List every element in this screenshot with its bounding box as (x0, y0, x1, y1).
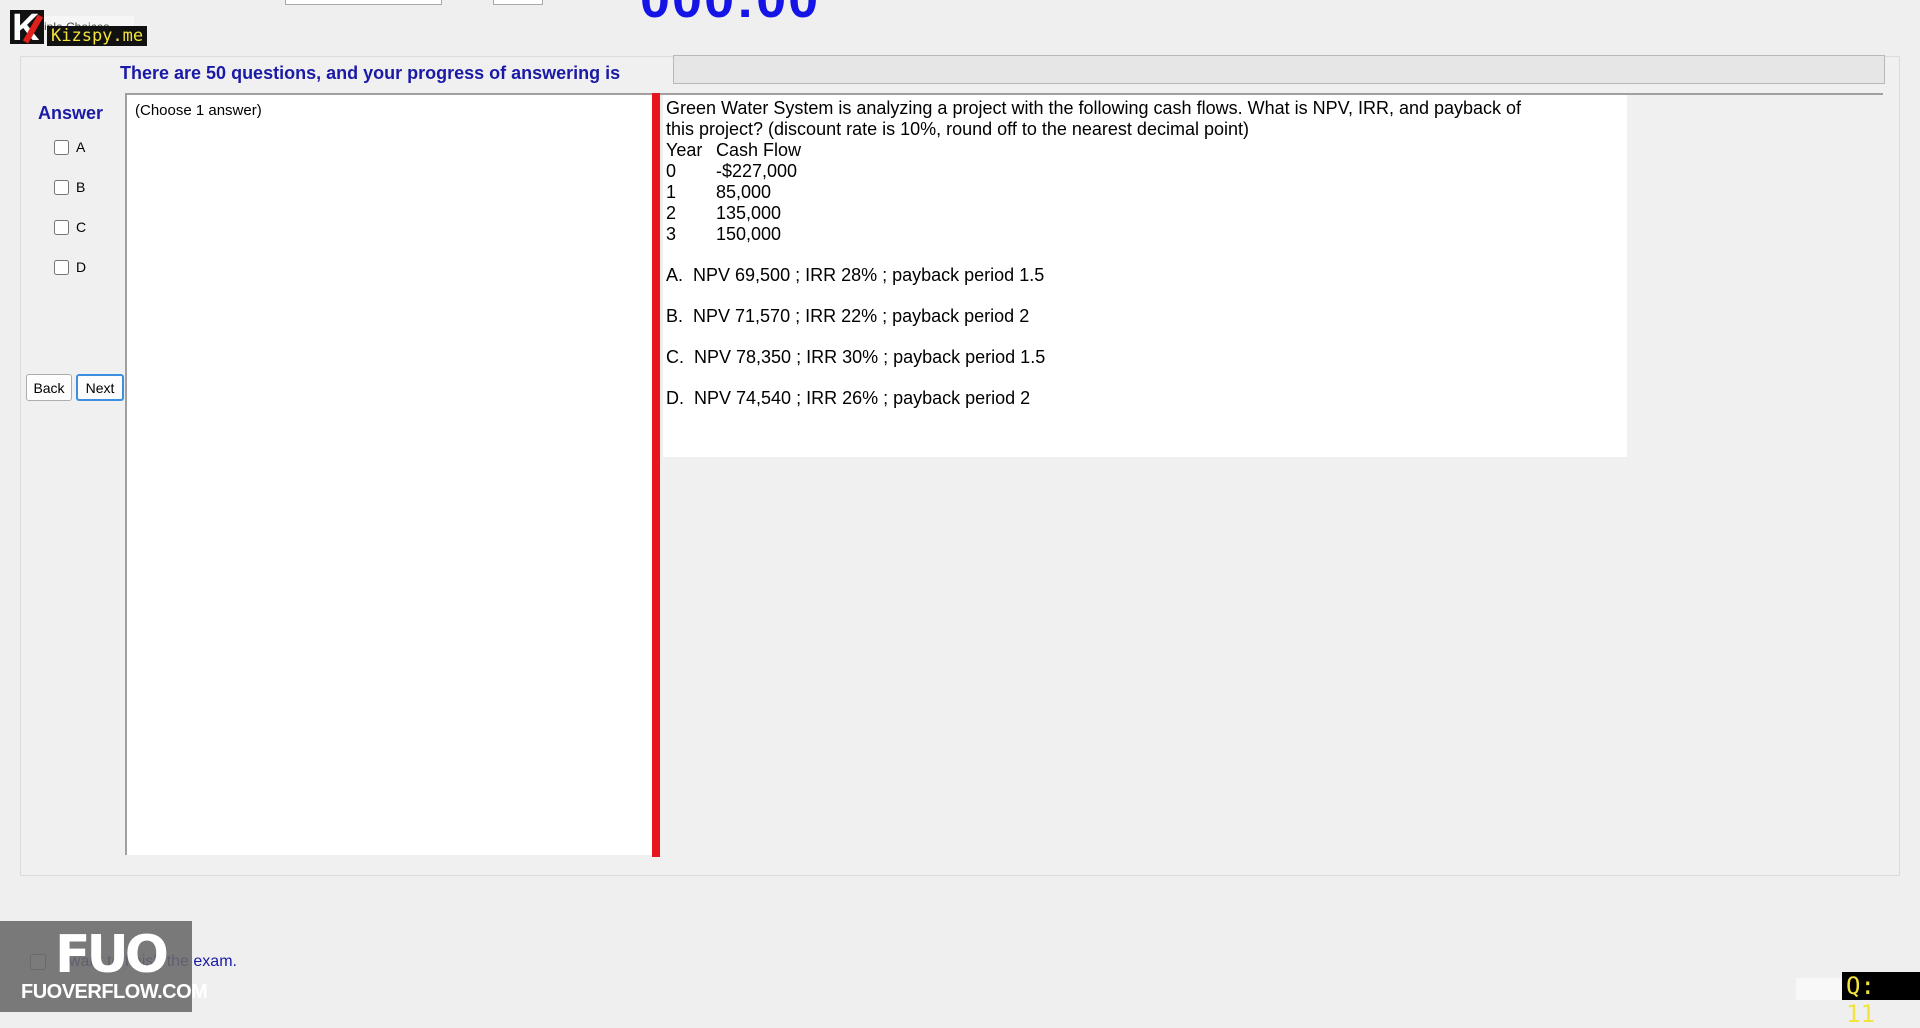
choice-a: A. NPV 69,500 ; IRR 28% ; payback period… (666, 265, 1045, 285)
fuoverflow-name: FUOVERFLOW.COM (21, 981, 208, 1003)
cashflow-header: Year Cash Flow (666, 140, 1566, 161)
choice-d: D. NPV 74,540 ; IRR 26% ; payback period… (666, 388, 1031, 408)
question-text: Green Water System is analyzing a projec… (666, 98, 1566, 409)
answer-title: Answer (38, 103, 104, 123)
timer-display: 000:00 (640, 0, 820, 30)
option-a-label: A (76, 139, 86, 155)
choice-c: C. NPV 78,350 ; IRR 30% ; payback period… (666, 347, 1046, 367)
kizspy-logo-icon: K (10, 7, 44, 49)
question-line-2: this project? (discount rate is 10%, rou… (666, 119, 1249, 139)
cashflow-value: -$227,000 (716, 161, 798, 181)
cashflow-year: 3 (666, 224, 677, 244)
option-d-label: D (76, 259, 87, 275)
option-a[interactable]: A (54, 138, 85, 156)
option-d[interactable]: D (54, 258, 86, 276)
choose-instruction: (Choose 1 answer) (135, 102, 262, 119)
cashflow-value: 150,000 (716, 224, 782, 244)
option-c[interactable]: C (54, 218, 86, 236)
cashflow-value: 85,000 (716, 182, 772, 202)
cashflow-row: 2 135,000 (666, 203, 1566, 224)
question-line-1: Green Water System is analyzing a projec… (666, 98, 1522, 118)
option-c-checkbox[interactable] (54, 219, 69, 235)
option-c-label: C (76, 219, 87, 235)
cashflow-row: 1 85,000 (666, 182, 1566, 203)
next-button[interactable]: Next (76, 374, 124, 401)
cashflow-row: 0 -$227,000 (666, 161, 1566, 182)
option-b-label: B (76, 179, 86, 195)
option-d-checkbox[interactable] (54, 259, 69, 275)
exam-code-combobox[interactable] (285, 0, 442, 5)
cashflow-year: 2 (666, 203, 677, 223)
cashflow-value: 135,000 (716, 203, 782, 223)
cashflow-year: 1 (666, 182, 677, 202)
cashflow-row: 3 150,000 (666, 224, 1566, 245)
option-b-checkbox[interactable] (54, 179, 69, 195)
cashflow-header-label: Cash Flow (716, 140, 802, 160)
answer-pane (125, 93, 652, 855)
progress-label: There are 50 questions, and your progres… (120, 63, 621, 83)
option-a-checkbox[interactable] (54, 139, 69, 155)
font-size-combobox[interactable] (493, 0, 543, 5)
cashflow-year: 0 (666, 161, 677, 181)
question-number-field (1796, 978, 1842, 1000)
option-b[interactable]: B (54, 178, 85, 196)
pane-splitter[interactable] (652, 93, 660, 857)
progress-bar (673, 55, 1885, 84)
kizspy-watermark: Kizspy.me (47, 26, 148, 46)
fuo-logo: FUO (55, 925, 169, 985)
choice-b: B. NPV 71,570 ; IRR 22% ; payback period… (666, 306, 1030, 326)
question-number-badge: Q: 11 (1842, 972, 1920, 1028)
year-header: Year (666, 140, 703, 160)
back-button[interactable]: Back (26, 374, 72, 401)
